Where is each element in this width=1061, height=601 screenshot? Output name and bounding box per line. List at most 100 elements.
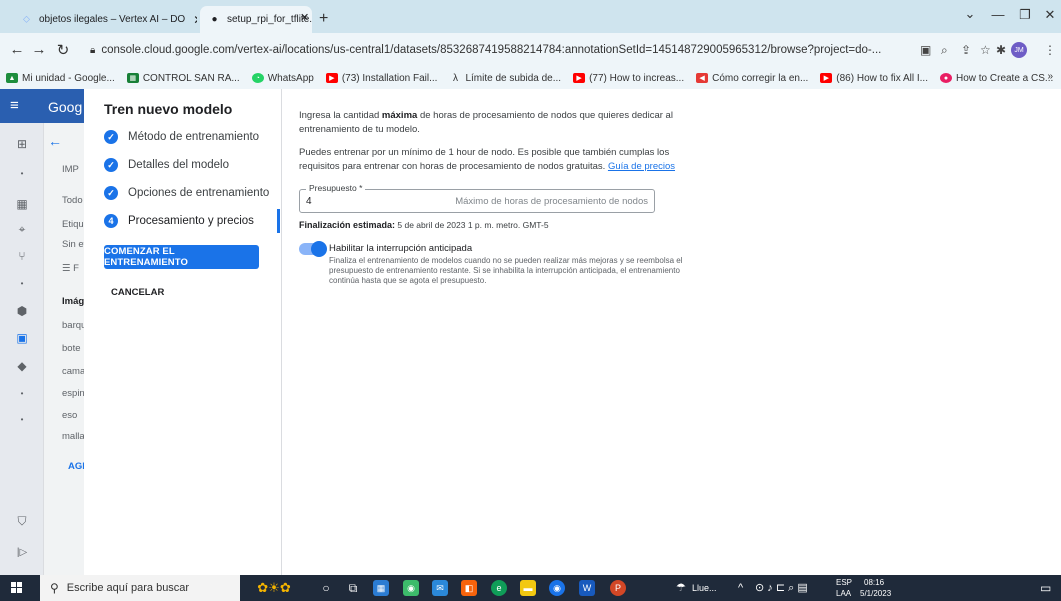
calendar-app-icon[interactable]: ▦: [373, 580, 389, 596]
search-highlight-icon[interactable]: ✿☀✿: [250, 580, 298, 596]
system-tray-icons[interactable]: ⊙ ♪ ⊏ ⌕ ▤: [755, 581, 808, 595]
step-compute-pricing[interactable]: 4 Procesamiento y precios: [104, 212, 254, 230]
bookmark-label: CONTROL SAN RA...: [142, 72, 240, 84]
clock-time[interactable]: 08:16: [864, 578, 884, 587]
models-icon[interactable]: ⬢: [0, 304, 44, 318]
tab-search-chevron-icon[interactable]: ⌄: [955, 6, 985, 22]
toggle-knob: [311, 241, 327, 257]
extensions-icon[interactable]: ✱: [996, 43, 1006, 57]
bookmark-item[interactable]: ◀ Cómo corregir la en...: [696, 73, 808, 84]
early-stopping-toggle[interactable]: [299, 241, 327, 257]
edge-app-icon[interactable]: e: [491, 580, 507, 596]
office-app-icon[interactable]: ◧: [461, 580, 477, 596]
youtube-icon: ▶: [820, 73, 833, 83]
check-icon: ✓: [104, 130, 118, 144]
url-text: console.cloud.google.com/vertex-ai/locat…: [101, 44, 882, 56]
browser-tab-bar: ⬦ objetos ilegales – Vertex AI – DO ✕ ● …: [0, 0, 1061, 33]
powerpoint-app-icon[interactable]: P: [610, 580, 626, 596]
more-bookmarks-icon[interactable]: »: [1047, 71, 1053, 82]
whatsapp-icon: ◔: [251, 73, 264, 83]
windows-start-icon[interactable]: [11, 582, 23, 594]
budget-value[interactable]: 4: [306, 196, 312, 207]
url-field[interactable]: 🔒︎ console.cloud.google.com/vertex-ai/lo…: [90, 38, 970, 62]
reload-icon[interactable]: ↻: [54, 41, 72, 59]
profile-avatar[interactable]: JM: [1011, 42, 1027, 58]
expand-nav-icon[interactable]: |▷: [0, 547, 44, 558]
dot-icon[interactable]: •: [0, 169, 44, 178]
pricing-guide-link[interactable]: Guía de precios: [608, 161, 675, 172]
screenshot-icon[interactable]: ▣: [920, 43, 931, 57]
notifications-icon[interactable]: ▭: [1040, 581, 1051, 595]
budget-label: Presupuesto *: [306, 183, 366, 193]
bookmark-item[interactable]: ▲ Mi unidad - Google...: [6, 73, 115, 84]
bookmark-item[interactable]: ▶ (86) How to fix All I...: [820, 73, 928, 84]
file-explorer-icon[interactable]: ▬: [520, 580, 536, 596]
search-placeholder: Escribe aquí para buscar: [66, 582, 190, 594]
tag-icon[interactable]: ◆: [0, 359, 44, 373]
step-training-method[interactable]: ✓ Método de entrenamiento: [104, 128, 259, 146]
clock-date[interactable]: 5/1/2023: [860, 589, 891, 598]
dashboard-icon[interactable]: ⊞: [0, 137, 44, 151]
bookmark-item[interactable]: ▦ CONTROL SAN RA...: [126, 72, 240, 84]
step-model-details[interactable]: ✓ Detalles del modelo: [104, 156, 229, 174]
cortana-icon[interactable]: ○: [318, 580, 334, 596]
lang-top[interactable]: ESP: [836, 578, 852, 587]
dot-icon[interactable]: •: [0, 389, 44, 398]
step-training-options[interactable]: ✓ Opciones de entrenamiento: [104, 184, 269, 202]
bookmark-label: WhatsApp: [267, 72, 314, 84]
lang-bottom[interactable]: LAA: [836, 589, 851, 598]
forward-icon[interactable]: →: [30, 41, 48, 58]
taskbar-search[interactable]: ⚲ Escribe aquí para buscar: [40, 575, 240, 601]
budget-input[interactable]: Presupuesto * 4 Máximo de horas de proce…: [299, 183, 655, 213]
weather-text[interactable]: Llue...: [692, 583, 717, 593]
product-nav-rail: ≡ ⊞ • ▦ ⌖ ⑂ • ⬢ ▣ ◆ • • ⛉ |▷: [0, 89, 44, 575]
zoom-icon[interactable]: ⌕: [941, 43, 948, 58]
bookmark-item[interactable]: ▶ (73) Installation Fail...: [325, 72, 438, 84]
close-window-icon[interactable]: ✕: [1035, 7, 1061, 23]
close-tab-icon[interactable]: ✕: [185, 13, 197, 27]
show-hidden-icons-icon[interactable]: ^: [738, 582, 743, 594]
tab-title: objetos ilegales – Vertex AI – DO: [39, 14, 186, 25]
new-tab-icon[interactable]: +: [319, 10, 328, 28]
bg-text: AGI: [68, 461, 84, 472]
minimize-icon[interactable]: —: [983, 7, 1013, 22]
back-arrow-icon[interactable]: ←: [48, 133, 62, 149]
chrome-profile-icon[interactable]: ◉: [549, 580, 565, 596]
back-icon[interactable]: ←: [8, 41, 26, 58]
labeling-icon[interactable]: ⌖: [0, 222, 44, 237]
bookmarks-bar: ▲ Mi unidad - Google... ▦ CONTROL SAN RA..…: [0, 67, 1061, 89]
word-app-icon[interactable]: W: [579, 580, 595, 596]
share-icon[interactable]: ⇪: [961, 43, 971, 57]
bg-text: eso: [62, 410, 78, 421]
browser-tab-vertex[interactable]: ⬦ objetos ilegales – Vertex AI – DO ✕: [12, 6, 197, 33]
dot-icon[interactable]: •: [0, 415, 44, 424]
bookmark-item[interactable]: ◔ WhatsApp: [251, 72, 314, 84]
chrome-app-icon[interactable]: ◉: [403, 580, 419, 596]
datasets-icon[interactable]: ▦: [0, 197, 44, 211]
start-training-button[interactable]: COMENZAR EL ENTRENAMIENTO: [104, 245, 259, 269]
step-label: Detalles del modelo: [128, 159, 230, 171]
youtube-icon: ▶: [573, 73, 586, 83]
hamburger-menu-icon[interactable]: ≡: [10, 97, 19, 114]
bookmark-label: (73) Installation Fail...: [341, 72, 438, 84]
close-tab-icon[interactable]: ✕: [300, 11, 309, 24]
bookmark-item[interactable]: ▶ (77) How to increas...: [573, 73, 684, 84]
bookmark-item[interactable]: ● How to Create a CS...: [939, 73, 1053, 84]
more-menu-icon[interactable]: ⋮: [1044, 43, 1056, 57]
bg-text: espin: [62, 388, 84, 399]
cancel-button[interactable]: CANCELAR: [111, 287, 164, 298]
mail-app-icon[interactable]: ✉: [432, 580, 448, 596]
intro-text: Ingresa la cantidad máxima de horas de p…: [299, 109, 679, 137]
step-number-badge: 4: [104, 214, 118, 228]
filter-icon[interactable]: ☰ F: [62, 263, 79, 274]
bookmark-item[interactable]: λ Límite de subida de...: [449, 73, 561, 84]
weather-icon[interactable]: ☂: [676, 581, 686, 594]
task-view-icon[interactable]: ⧉: [345, 580, 361, 596]
training-icon[interactable]: ⑂: [0, 249, 44, 263]
marketplace-icon[interactable]: ⛉: [0, 514, 44, 529]
dot-icon[interactable]: •: [0, 279, 44, 288]
endpoints-icon[interactable]: ▣: [0, 331, 44, 345]
minimum-text: Puedes entrenar por un mínimo de 1 hour …: [299, 146, 679, 174]
bookmark-star-icon[interactable]: ☆: [980, 43, 991, 57]
browser-tab-github[interactable]: ● setup_rpi_for_tflite.sh · GitHub: [200, 6, 312, 33]
